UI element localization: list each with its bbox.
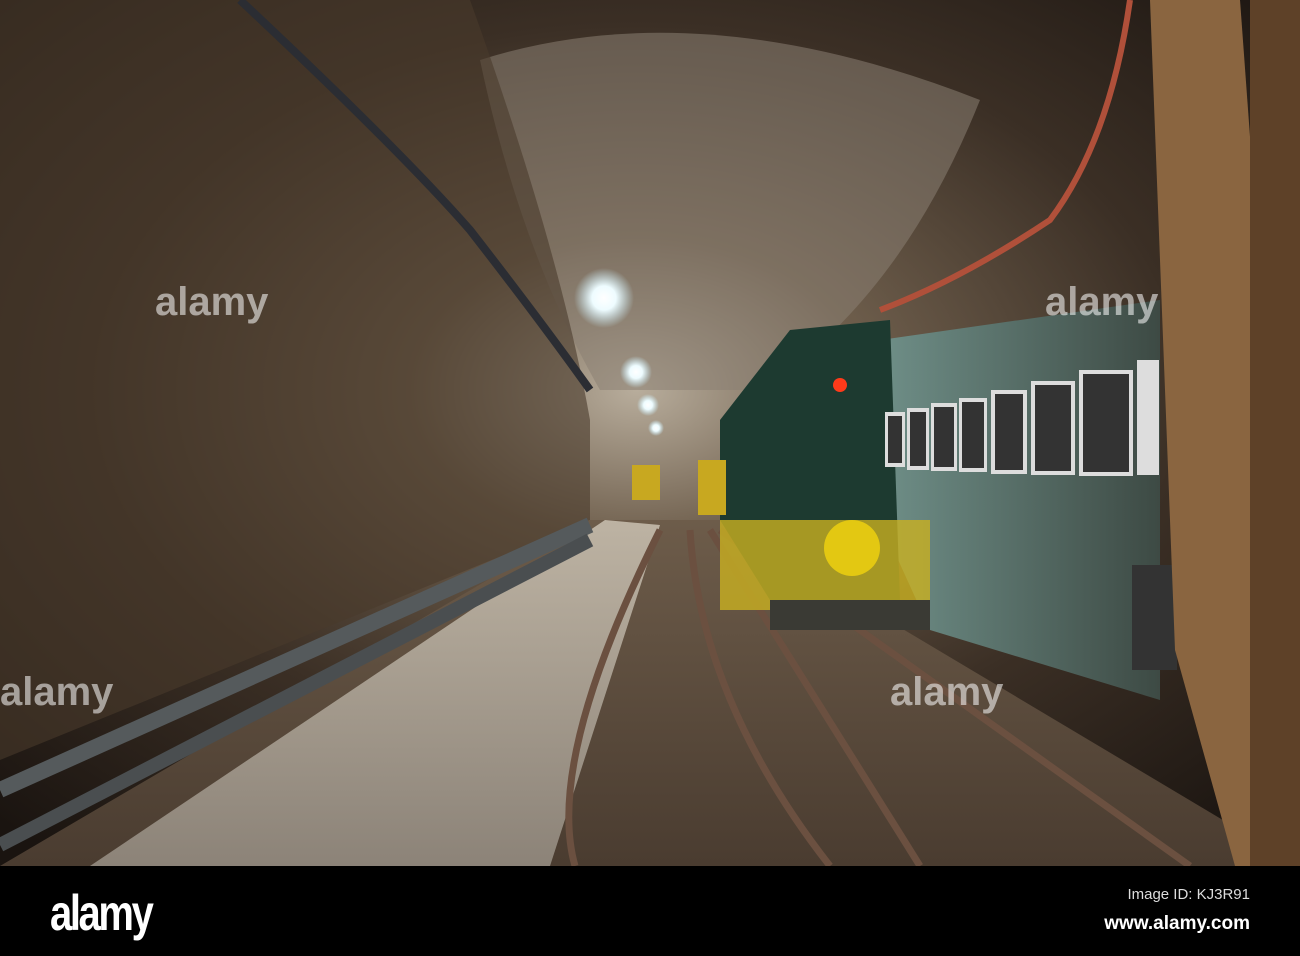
distant-cart (698, 460, 726, 515)
stock-photo-page: alamy alamy alamy alamy alamy Image ID: KJ3… (0, 0, 1300, 956)
ceiling-lamp (637, 394, 659, 416)
red-signal-light (833, 378, 847, 392)
wall-cabinet (1132, 565, 1177, 670)
distant-cart (632, 465, 660, 500)
yellow-lamp (824, 520, 880, 576)
image-id: Image ID: KJ3R91 (1127, 886, 1250, 903)
alamy-logo[interactable]: alamy (50, 884, 154, 942)
wooden-wall (1250, 0, 1300, 866)
ceiling-lamp (648, 420, 664, 436)
tunnel-photo: alamy alamy alamy alamy (0, 0, 1300, 866)
watermark-text: alamy (0, 670, 114, 714)
website-link[interactable]: www.alamy.com (1104, 913, 1250, 935)
watermark-text: alamy (1045, 280, 1159, 324)
watermark-text: alamy (155, 280, 269, 324)
ceiling-lamp (574, 268, 634, 328)
ceiling-lamp (620, 356, 652, 388)
watermark-text: alamy (890, 670, 1004, 714)
footer-bar: alamy Image ID: KJ3R91 www.alamy.com (0, 866, 1300, 956)
